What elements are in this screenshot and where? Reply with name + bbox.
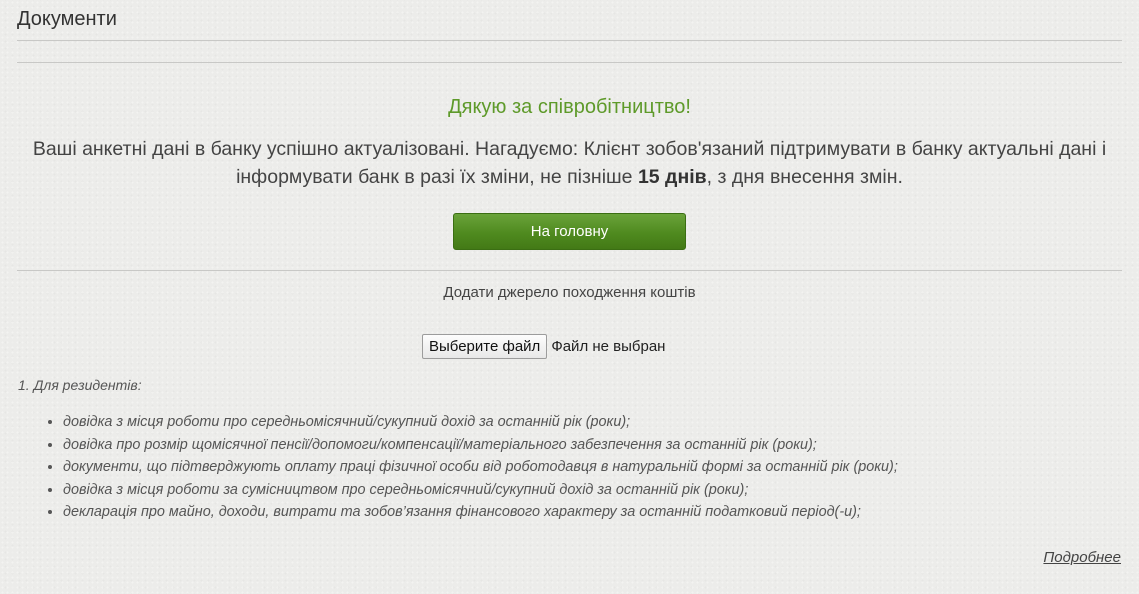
list-item: довідка з місця роботи за сумісництвом п… xyxy=(63,479,898,502)
list-item: довідка з місця роботи про середньомісяч… xyxy=(63,411,898,434)
divider-middle xyxy=(17,270,1122,271)
confirmation-message: Ваші анкетні дані в банку успішно актуал… xyxy=(30,135,1109,191)
list-item: декларація про майно, доходи, витрати та… xyxy=(63,501,898,524)
choose-file-button[interactable]: Выберите файл xyxy=(422,333,548,359)
list-item: документи, що підтверджують оплату праці… xyxy=(63,456,898,479)
message-text-start: Ваші анкетні дані в банку успішно актуал… xyxy=(32,138,1107,188)
residents-heading: 1. Для резидентів: xyxy=(18,377,142,393)
page-title: Документи xyxy=(17,8,117,30)
funds-source-label: Додати джерело походження коштів xyxy=(443,284,696,301)
page-header: Документи xyxy=(17,0,1122,41)
file-upload: Выберите файл Файл не выбран xyxy=(422,333,665,359)
home-button[interactable]: На головну xyxy=(453,213,686,250)
message-deadline: 15 днів xyxy=(637,166,707,188)
divider-top xyxy=(17,62,1122,63)
list-item: довідка про розмір щомісячної пенсії/доп… xyxy=(63,434,898,457)
more-details-link[interactable]: Подробнее xyxy=(1043,549,1121,566)
thanks-heading: Дякую за співробітництво! xyxy=(448,96,691,118)
residents-documents-list: довідка з місця роботи про середньомісяч… xyxy=(45,411,898,524)
file-status: Файл не выбран xyxy=(551,337,666,355)
message-text-end: , з дня внесення змін. xyxy=(706,166,903,188)
